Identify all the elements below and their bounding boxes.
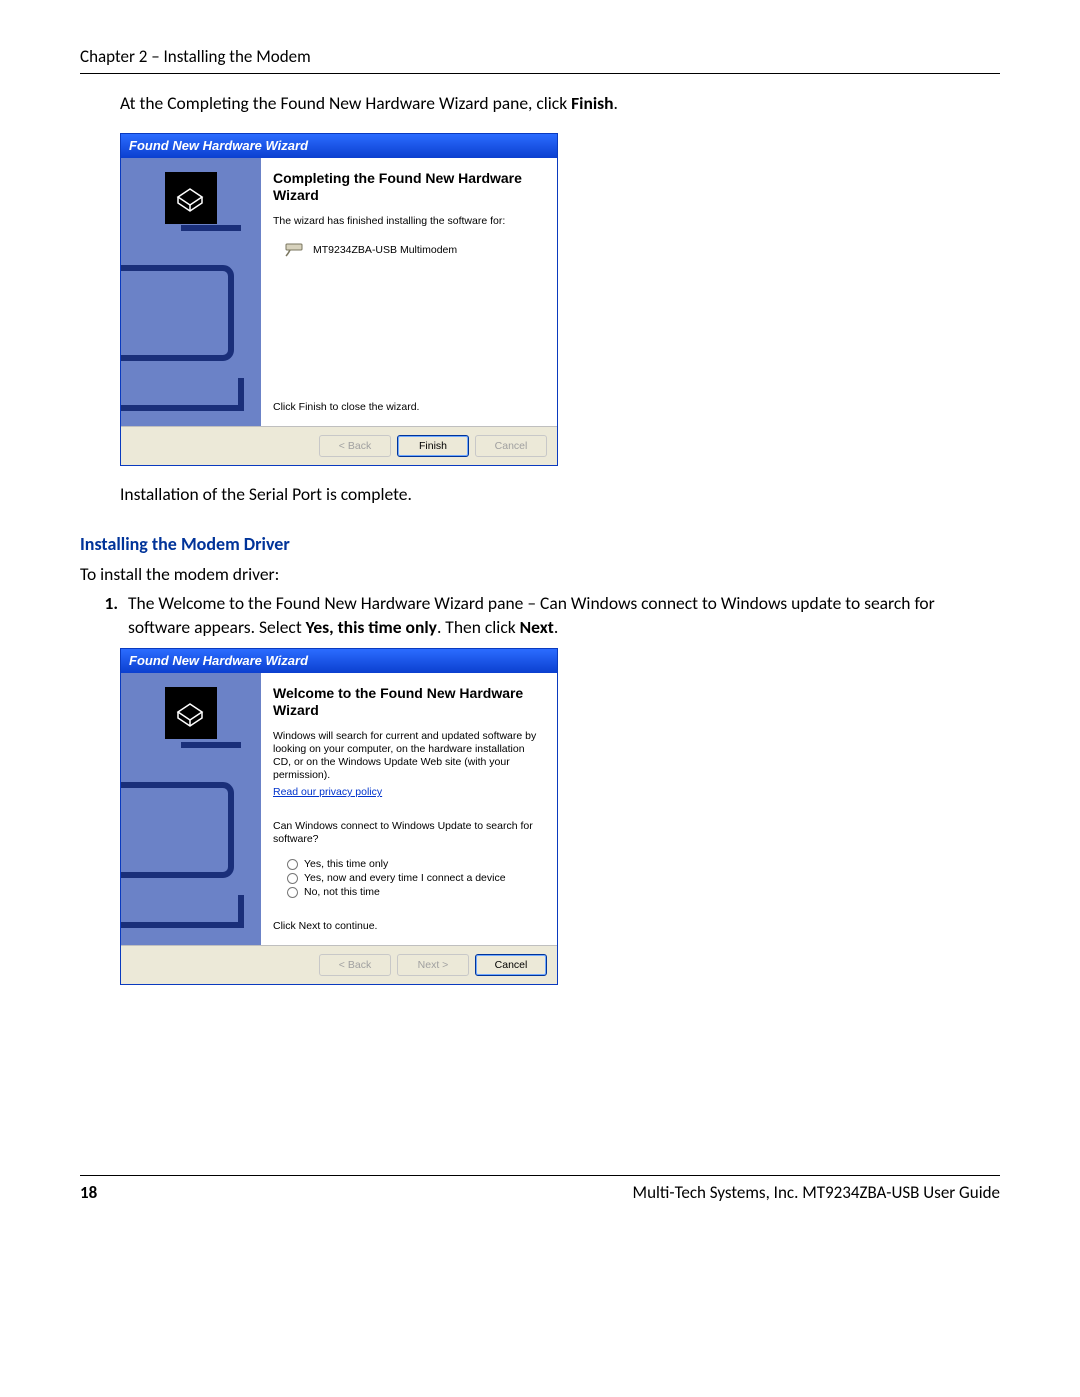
intro-paragraph: At the Completing the Found New Hardware… [120, 92, 1000, 116]
page-header: Chapter 2 – Installing the Modem [80, 46, 1000, 67]
wizard-welcome: Found New Hardware Wizard [120, 648, 558, 985]
radio-no[interactable]: No, not this time [287, 886, 545, 898]
page-number: 18 [80, 1182, 97, 1203]
radio-label: No, not this time [304, 886, 380, 898]
back-button[interactable]: < Back [319, 435, 391, 457]
wizard-line1: The wizard has finished installing the s… [273, 215, 545, 228]
wizard-heading: Completing the Found New Hardware Wizard [273, 170, 545, 205]
step1-bold2: Next [520, 616, 554, 638]
cancel-button[interactable]: Cancel [475, 954, 547, 976]
radio-label: Yes, now and every time I connect a devi… [304, 872, 506, 884]
privacy-policy-link[interactable]: Read our privacy policy [273, 786, 545, 798]
hardware-icon [165, 172, 217, 224]
section-heading: Installing the Modem Driver [80, 533, 1000, 555]
wizard2-button-bar: < Back Next > Cancel [121, 945, 557, 984]
radio-dot-icon [287, 887, 298, 898]
post-install-text: Installation of the Serial Port is compl… [120, 483, 1000, 507]
wizard2-side-graphic [121, 673, 261, 945]
intro-bold: Finish [571, 92, 613, 114]
step-1: The Welcome to the Found New Hardware Wi… [122, 592, 1000, 639]
cancel-button[interactable]: Cancel [475, 435, 547, 457]
wizard2-heading: Welcome to the Found New Hardware Wizard [273, 685, 545, 720]
next-button[interactable]: Next > [397, 954, 469, 976]
back-button[interactable]: < Back [319, 954, 391, 976]
wizard-device-row: MT9234ZBA-USB Multimodem [283, 240, 545, 262]
wizard-titlebar: Found New Hardware Wizard [121, 134, 557, 158]
wizard2-titlebar: Found New Hardware Wizard [121, 649, 557, 673]
finish-button[interactable]: Finish [397, 435, 469, 457]
wizard2-para: Windows will search for current and upda… [273, 730, 545, 783]
page-footer: 18 Multi-Tech Systems, Inc. MT9234ZBA-US… [80, 1182, 1000, 1203]
wizard-footnote: Click Finish to close the wizard. [273, 401, 545, 414]
step1-mid: . Then click [437, 616, 520, 638]
intro-text-a: At the Completing the Found New Hardware… [120, 92, 571, 114]
wizard-button-bar: < Back Finish Cancel [121, 426, 557, 465]
header-rule [80, 73, 1000, 74]
steps-list: The Welcome to the Found New Hardware Wi… [80, 592, 1000, 639]
footer-rule [80, 1175, 1000, 1176]
step1-bold1: Yes, this time only [306, 616, 437, 638]
footer-title: Multi-Tech Systems, Inc. MT9234ZBA-USB U… [633, 1182, 1000, 1203]
wizard-completing: Found New Hardware Wizard [120, 133, 558, 466]
radio-label: Yes, this time only [304, 858, 388, 870]
step1-end: . [554, 616, 558, 638]
radio-group: Yes, this time only Yes, now and every t… [287, 856, 545, 900]
radio-dot-icon [287, 873, 298, 884]
intro-text-b: . [614, 92, 618, 114]
radio-yes-once[interactable]: Yes, this time only [287, 858, 545, 870]
hardware-icon [165, 687, 217, 739]
wizard2-question: Can Windows connect to Windows Update to… [273, 820, 545, 846]
wizard-device-name: MT9234ZBA-USB Multimodem [313, 244, 457, 257]
modem-icon [283, 240, 305, 262]
radio-yes-always[interactable]: Yes, now and every time I connect a devi… [287, 872, 545, 884]
radio-dot-icon [287, 859, 298, 870]
wizard2-footnote: Click Next to continue. [273, 920, 545, 933]
section-lead: To install the modem driver: [80, 563, 1000, 587]
wizard-side-graphic [121, 158, 261, 426]
